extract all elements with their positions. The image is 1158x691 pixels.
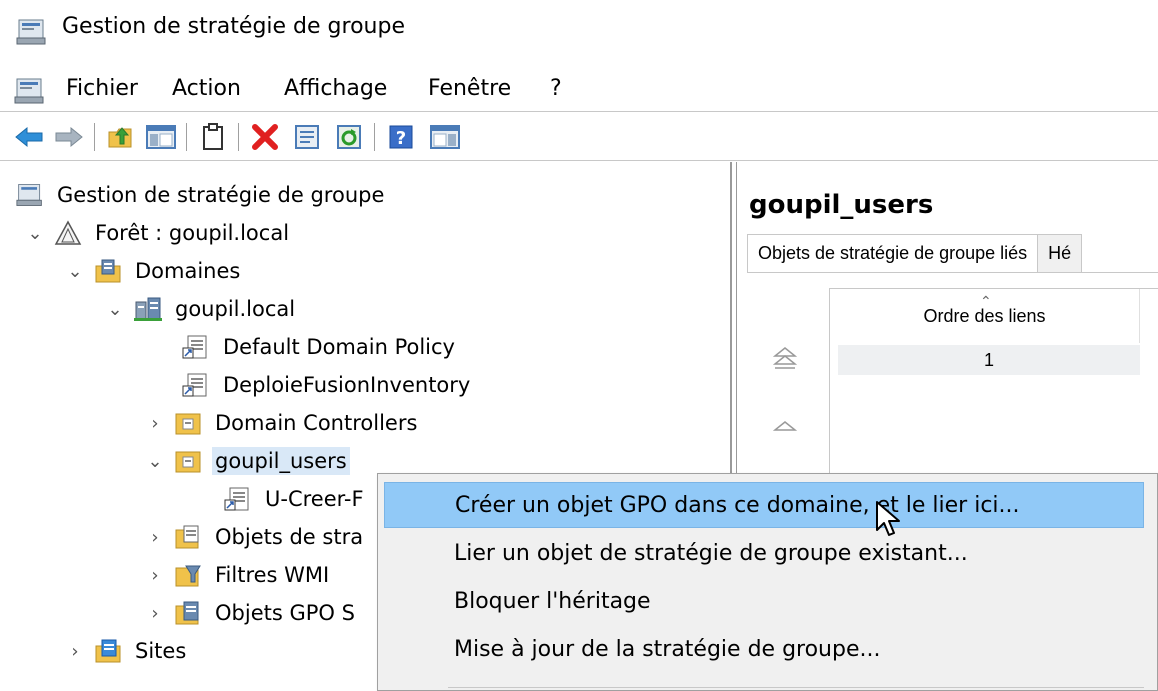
table-cell-order[interactable]: 1 [838, 345, 1140, 375]
show-hide-console-tree-icon[interactable] [144, 121, 178, 153]
back-icon[interactable] [12, 121, 46, 153]
help-icon[interactable]: ? [384, 121, 418, 153]
svg-text:?: ? [396, 128, 406, 149]
clipboard-icon[interactable] [196, 121, 230, 153]
refresh-icon[interactable] [332, 121, 366, 153]
up-folder-icon[interactable] [104, 121, 138, 153]
sort-ascending-icon: ⌃ [980, 293, 992, 309]
tree-label: DeploieFusionInventory [223, 373, 471, 397]
action-pane-icon[interactable] [428, 121, 462, 153]
toolbar-separator [238, 123, 239, 151]
gpo-link-icon [182, 334, 210, 360]
tree-item-deploie[interactable]: DeploieFusionInventory [182, 366, 473, 404]
tree-item-filtres-wmi[interactable]: › Filtres WMI [144, 556, 332, 594]
sites-icon [94, 638, 122, 664]
tree-item-domains[interactable]: ⌄ Domaines [64, 252, 243, 290]
title-bar: Gestion de stratégie de groupe [0, 0, 1158, 62]
tab-objets-lies[interactable]: Objets de stratégie de groupe liés [747, 234, 1039, 272]
mouse-pointer-icon [875, 500, 905, 540]
tree-item-sites[interactable]: › Sites [64, 632, 189, 670]
column-header-ordre[interactable]: ⌃ Ordre des liens [830, 289, 1140, 343]
move-to-top-icon[interactable] [772, 346, 798, 370]
chevron-down-icon[interactable]: ⌄ [64, 260, 86, 282]
menu-fenetre[interactable]: Fenêtre [424, 74, 515, 103]
gpo-link-icon [224, 486, 252, 512]
chevron-right-icon[interactable]: › [144, 602, 166, 624]
tree-item-objets-gpo-starter[interactable]: › Objets GPO S [144, 594, 358, 632]
tree-label: Sites [135, 639, 187, 663]
forward-icon[interactable] [52, 121, 86, 153]
tab-heritage[interactable]: Hé [1038, 234, 1083, 272]
starter-gpo-icon [174, 600, 202, 626]
toolbar-separator [186, 123, 187, 151]
delete-icon[interactable] [248, 121, 282, 153]
gpmc-icon [16, 182, 44, 208]
tree-label: Forêt : goupil.local [95, 221, 290, 245]
menu-item-lier-gpo[interactable]: Lier un objet de stratégie de groupe exi… [384, 530, 1144, 576]
gpo-container-icon [174, 524, 202, 550]
tree-label: Default Domain Policy [223, 335, 455, 359]
ou-icon [174, 410, 202, 436]
tree-item-domain-controllers[interactable]: › Domain Controllers [144, 404, 420, 442]
chevron-down-icon[interactable]: ⌄ [24, 222, 46, 244]
toolbar-separator [94, 123, 95, 151]
chevron-down-icon[interactable]: ⌄ [104, 298, 126, 320]
wmi-filter-icon [174, 562, 202, 588]
tree-item-default-domain-policy[interactable]: Default Domain Policy [182, 328, 458, 366]
menu-item-creer-gpo[interactable]: Créer un objet GPO dans ce domaine, et l… [384, 482, 1144, 528]
menu-separator [448, 687, 1144, 688]
forest-icon [54, 220, 82, 246]
window-title: Gestion de stratégie de groupe [62, 14, 405, 39]
properties-icon[interactable] [290, 121, 324, 153]
toolbar: ? [0, 113, 1158, 161]
tree-item-forest[interactable]: ⌄ Forêt : goupil.local [24, 214, 292, 252]
tree-item-goupil-users[interactable]: ⌄ goupil_users [144, 442, 350, 480]
domains-icon [94, 258, 122, 284]
gpmc-menu-icon[interactable] [14, 77, 46, 109]
menu-help[interactable]: ? [546, 74, 566, 103]
tree-label: goupil_users [212, 447, 350, 475]
chevron-right-icon[interactable]: › [144, 412, 166, 434]
menu-item-bloquer-heritage[interactable]: Bloquer l'héritage [384, 578, 1144, 624]
tree-item-domain[interactable]: ⌄ goupil.local [104, 290, 298, 328]
tree-label: Domain Controllers [215, 411, 418, 435]
tree-label: Filtres WMI [215, 563, 330, 587]
menu-item-mise-a-jour[interactable]: Mise à jour de la stratégie de groupe... [384, 626, 1144, 672]
gpo-link-icon [182, 372, 210, 398]
tree-label: U-Creer-F [265, 487, 364, 511]
chevron-right-icon[interactable]: › [144, 526, 166, 548]
gpmc-app-icon [16, 18, 48, 50]
move-up-icon[interactable] [772, 416, 798, 440]
domain-icon [134, 296, 162, 322]
chevron-right-icon[interactable]: › [144, 564, 166, 586]
toolbar-separator [374, 123, 375, 151]
chevron-down-icon[interactable]: ⌄ [144, 450, 166, 472]
tree-label: Objets de stra [215, 525, 364, 549]
context-menu: Créer un objet GPO dans ce domaine, et l… [377, 473, 1158, 691]
menu-fichier[interactable]: Fichier [62, 74, 142, 103]
tree-label: Objets GPO S [215, 601, 355, 625]
menu-affichage[interactable]: Affichage [280, 74, 391, 103]
tree-item-root[interactable]: Gestion de stratégie de groupe [16, 176, 387, 214]
tree-item-objets-strategie[interactable]: › Objets de stra [144, 518, 366, 556]
chevron-right-icon[interactable]: › [64, 640, 86, 662]
details-tabs: Objets de stratégie de groupe liés Hé [747, 234, 1083, 272]
ou-icon [174, 448, 202, 474]
details-title: goupil_users [749, 190, 934, 220]
tree-label: Domaines [135, 259, 241, 283]
menu-action[interactable]: Action [168, 74, 245, 103]
tree-item-u-creer[interactable]: U-Creer-F [224, 480, 367, 518]
tree-label: goupil.local [175, 297, 296, 321]
menu-bar: Fichier Action Affichage Fenêtre ? [0, 66, 1158, 112]
tree-label: Gestion de stratégie de groupe [57, 183, 385, 207]
tab-divider [747, 272, 1158, 273]
